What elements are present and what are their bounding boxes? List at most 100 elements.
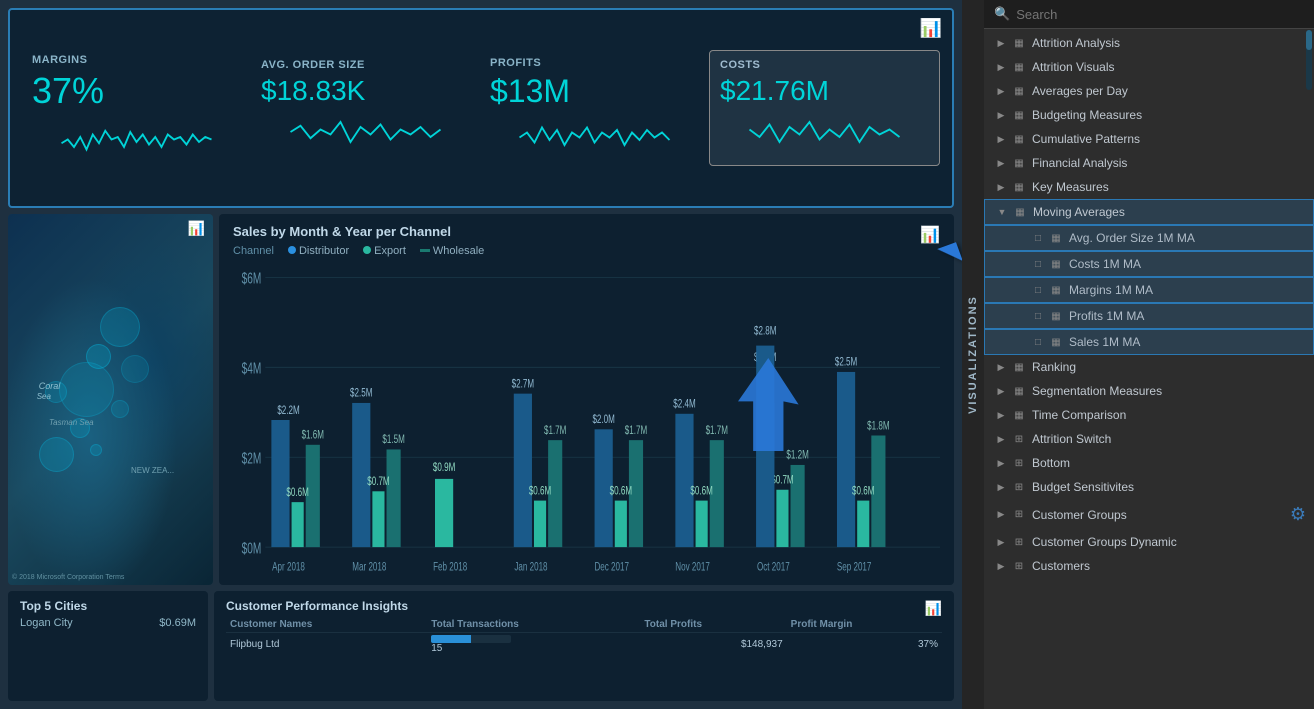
map-label-coral-sea: Coral	[39, 381, 61, 391]
sidebar-item-key-measures[interactable]: ▶ ▦ Key Measures	[984, 175, 1314, 199]
nav-arrow-budgeting-measures: ▶	[996, 110, 1006, 121]
nav-label-key-measures: Key Measures	[1032, 180, 1306, 194]
kpi-margins: MARGINS 37%	[22, 46, 251, 170]
sidebar-item-ranking[interactable]: ▶ ▦ Ranking	[984, 355, 1314, 379]
nav-icon-averages-per-day: ▦	[1012, 86, 1026, 97]
nav-arrow-ranking: ▶	[996, 362, 1006, 373]
nav-label-time-comparison: Time Comparison	[1032, 408, 1306, 422]
map-bubble	[90, 444, 102, 456]
kpi-row: 📊 MARGINS 37% AVG. ORDER SIZE $18.83K PR…	[8, 8, 954, 208]
nav-label-profits-1m-ma: Profits 1M MA	[1069, 309, 1305, 323]
map-bubble	[100, 307, 140, 347]
nav-icon-moving-averages: ▦	[1013, 207, 1027, 218]
kpi-avg-order-value: $18.83K	[261, 75, 470, 107]
top-cities-panel: Top 5 Cities Logan City $0.69M	[8, 591, 208, 701]
nav-arrow-attrition-switch: ▶	[996, 434, 1006, 445]
nav-arrow-time-comparison: ▶	[996, 410, 1006, 421]
kpi-costs-value: $21.76M	[720, 75, 929, 107]
svg-text:$0.9M: $0.9M	[433, 462, 455, 475]
nav-label-attrition-analysis: Attrition Analysis	[1032, 36, 1306, 50]
nav-icon-profits-1m: ▦	[1049, 311, 1063, 322]
sidebar-item-sales-1m-ma[interactable]: □ ▦ Sales 1M MA	[984, 329, 1314, 355]
kpi-costs[interactable]: COSTS $21.76M	[709, 50, 940, 166]
map-bubble	[121, 355, 149, 383]
svg-text:$6M: $6M	[242, 269, 262, 287]
svg-text:Feb 2018: Feb 2018	[433, 561, 467, 574]
customer-table: Customer Names Total Transactions Total …	[226, 617, 942, 656]
nav-label-ranking: Ranking	[1032, 360, 1306, 374]
nav-arrow-customer-groups: ▶	[996, 509, 1006, 520]
svg-text:Nov 2017: Nov 2017	[675, 561, 710, 574]
table-row: Flipbug Ltd 15 $148,937 37%	[226, 633, 942, 657]
sidebar-item-avg-order-size-1m-ma[interactable]: □ ▦ Avg. Order Size 1M MA	[984, 225, 1314, 251]
top-cities-title: Top 5 Cities	[20, 599, 196, 613]
svg-text:$0.6M: $0.6M	[286, 486, 308, 499]
sidebar-item-attrition-analysis[interactable]: ▶ ▦ Attrition Analysis	[984, 31, 1314, 55]
nav-icon-budget-sensitivites: ⊞	[1012, 482, 1026, 493]
svg-text:$0.6M: $0.6M	[529, 485, 551, 498]
sidebar-item-attrition-switch[interactable]: ▶ ⊞ Attrition Switch	[984, 427, 1314, 451]
col-profit-margin: Profit Margin	[787, 617, 942, 633]
nav-subicon-3: □	[1033, 285, 1043, 296]
svg-text:$4M: $4M	[242, 359, 262, 377]
nav-arrow-budget-sensitivites: ▶	[996, 482, 1006, 493]
sidebar-item-moving-averages[interactable]: ▼ ▦ Moving Averages	[984, 199, 1314, 225]
sidebar-item-financial-analysis[interactable]: ▶ ▦ Financial Analysis	[984, 151, 1314, 175]
sidebar-item-budgeting-measures[interactable]: ▶ ▦ Budgeting Measures	[984, 103, 1314, 127]
map-label-sea: Sea	[37, 392, 51, 401]
kpi-profits-value: $13M	[490, 73, 699, 110]
svg-text:$0.7M: $0.7M	[771, 474, 793, 487]
nav-list: ▶ ▦ Attrition Analysis ▶ ▦ Attrition Vis…	[984, 29, 1314, 709]
svg-text:$1.7M: $1.7M	[544, 424, 566, 437]
kpi-chart-icon: 📊	[920, 18, 942, 39]
kpi-avg-order: AVG. ORDER SIZE $18.83K	[251, 51, 480, 165]
legend-wholesale: Wholesale	[420, 245, 484, 257]
nav-icon-attrition-switch: ⊞	[1012, 434, 1026, 445]
map-panel: 📊 Coral Sea Tasman Sea NEW ZEA... © 2018…	[8, 214, 213, 585]
map-background: 📊 Coral Sea Tasman Sea NEW ZEA... © 2018…	[8, 214, 213, 585]
sidebar-item-margins-1m-ma[interactable]: □ ▦ Margins 1M MA	[984, 277, 1314, 303]
sidebar-item-averages-per-day[interactable]: ▶ ▦ Averages per Day	[984, 79, 1314, 103]
svg-text:$2.4M: $2.4M	[673, 398, 695, 411]
margins-sparkline	[32, 112, 241, 162]
nav-icon-time-comparison: ▦	[1012, 410, 1026, 421]
search-input[interactable]	[1016, 7, 1304, 22]
map-copyright: © 2018 Microsoft Corporation Terms	[12, 574, 124, 581]
nav-arrow-financial-analysis: ▶	[996, 158, 1006, 169]
nav-subicon-1: □	[1033, 233, 1043, 244]
sidebar-item-customer-groups-dynamic[interactable]: ▶ ⊞ Customer Groups Dynamic	[984, 530, 1314, 554]
svg-text:Apr 2018: Apr 2018	[272, 561, 305, 574]
sidebar-item-customers[interactable]: ▶ ⊞ Customers	[984, 554, 1314, 578]
svg-text:Mar 2018: Mar 2018	[352, 561, 386, 574]
customer-performance-title: Customer Performance Insights	[226, 599, 408, 613]
nav-icon-bottom: ⊞	[1012, 458, 1026, 469]
nav-label-moving-averages: Moving Averages	[1033, 205, 1305, 219]
sidebar-item-customer-groups[interactable]: ▶ ⊞ Customer Groups ⚙	[984, 499, 1314, 530]
svg-text:$0M: $0M	[242, 539, 262, 557]
sidebar-item-budget-sensitivites[interactable]: ▶ ⊞ Budget Sensitivites	[984, 475, 1314, 499]
sidebar-item-cumulative-patterns[interactable]: ▶ ▦ Cumulative Patterns	[984, 127, 1314, 151]
svg-text:$0.6M: $0.6M	[852, 485, 874, 498]
sidebar-item-attrition-visuals[interactable]: ▶ ▦ Attrition Visuals	[984, 55, 1314, 79]
nav-label-averages-per-day: Averages per Day	[1032, 84, 1306, 98]
svg-text:$2.5M: $2.5M	[350, 387, 372, 400]
nav-arrow-key-measures: ▶	[996, 182, 1006, 193]
bottom-row: Top 5 Cities Logan City $0.69M Customer …	[8, 591, 954, 701]
sidebar-item-bottom[interactable]: ▶ ⊞ Bottom	[984, 451, 1314, 475]
svg-text:$1.7M: $1.7M	[706, 424, 728, 437]
svg-text:$1.8M: $1.8M	[867, 420, 889, 433]
top-cities-row: Logan City $0.69M	[20, 617, 196, 629]
customer-perf-icon: 📊	[925, 600, 942, 617]
nav-icon-attrition-visuals: ▦	[1012, 62, 1026, 73]
nav-icon-cumulative-patterns: ▦	[1012, 134, 1026, 145]
map-label-tasman: Tasman Sea	[49, 418, 94, 427]
sidebar-item-profits-1m-ma[interactable]: □ ▦ Profits 1M MA	[984, 303, 1314, 329]
sidebar-item-costs-1m-ma[interactable]: □ ▦ Costs 1M MA	[984, 251, 1314, 277]
svg-text:Oct 2017: Oct 2017	[757, 561, 790, 574]
legend-distributor: Distributor	[288, 245, 349, 257]
sidebar-item-segmentation-measures[interactable]: ▶ ▦ Segmentation Measures	[984, 379, 1314, 403]
sidebar-item-time-comparison[interactable]: ▶ ▦ Time Comparison	[984, 403, 1314, 427]
nav-arrow-customer-groups-dynamic: ▶	[996, 537, 1006, 548]
map-label-new-zea: NEW ZEA...	[131, 466, 174, 475]
legend-channel-label: Channel	[233, 245, 274, 257]
